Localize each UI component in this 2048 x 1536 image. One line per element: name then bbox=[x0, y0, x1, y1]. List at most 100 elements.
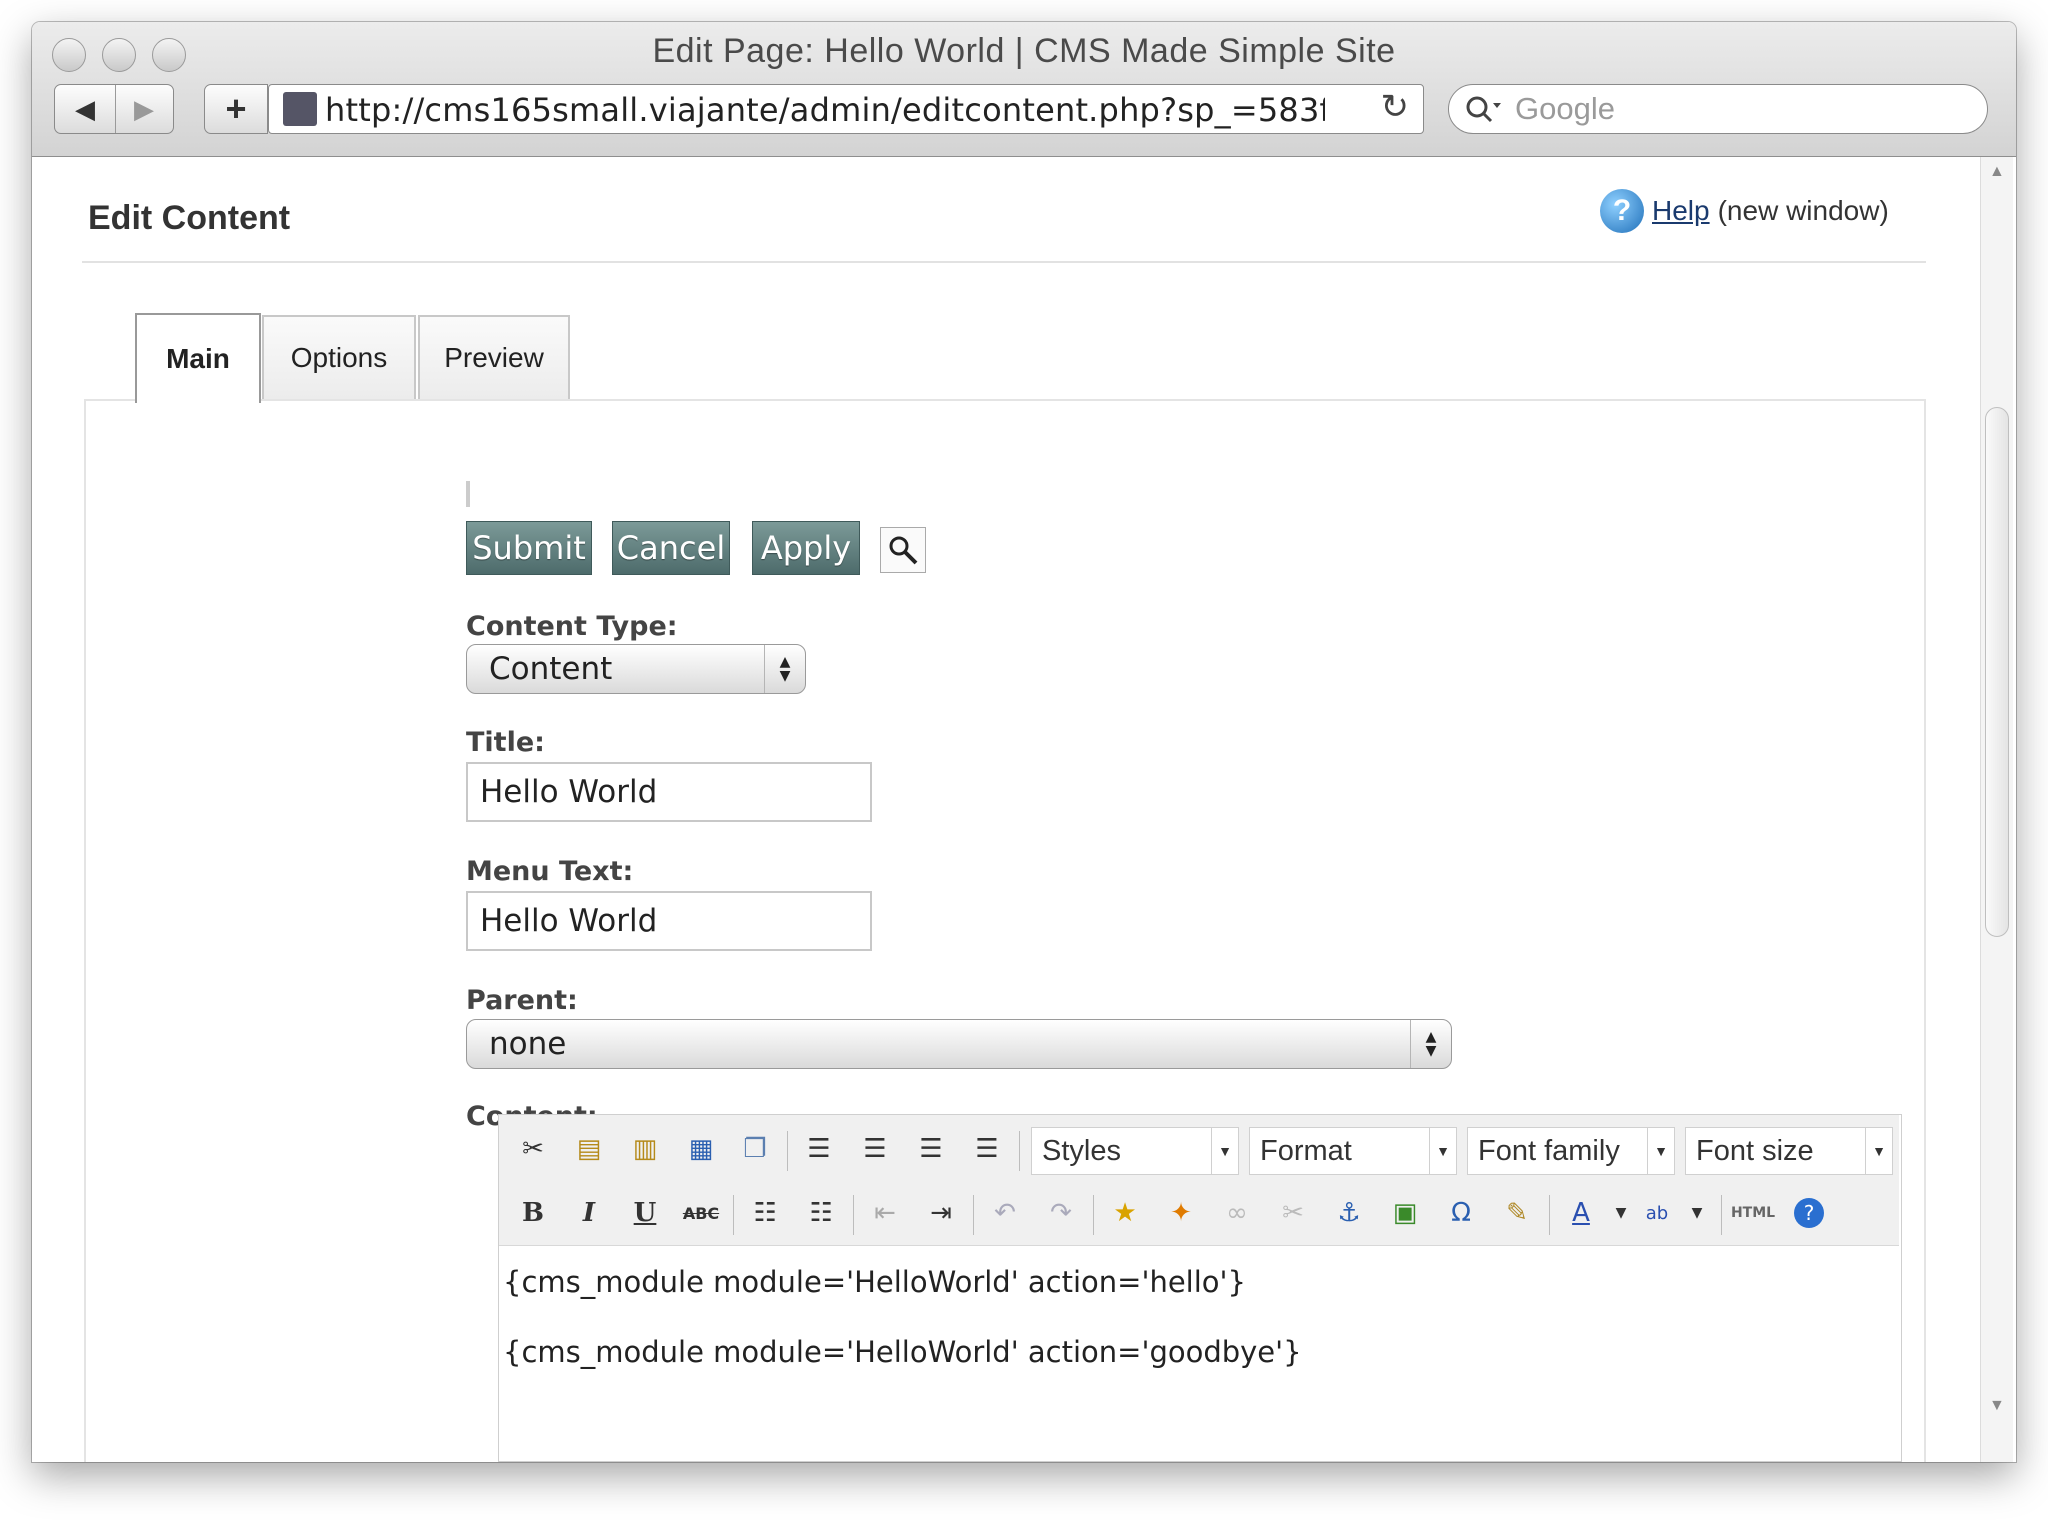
tab-options-label: Options bbox=[290, 342, 388, 373]
dropdown-arrow-icon: ▼ bbox=[1865, 1128, 1892, 1174]
toolbar-separator bbox=[1721, 1195, 1722, 1235]
numbered-list-icon[interactable]: ☷ bbox=[799, 1191, 843, 1235]
menu-text-label: Menu Text: bbox=[466, 856, 634, 887]
search-field[interactable]: Google bbox=[1448, 84, 1988, 134]
cms-link-icon[interactable]: ✦ bbox=[1159, 1191, 1203, 1235]
scroll-down-icon[interactable]: ▼ bbox=[1989, 1397, 2005, 1415]
toolbar-separator bbox=[1019, 1131, 1020, 1171]
title-input[interactable]: Hello World bbox=[466, 762, 872, 822]
content-type-value: Content bbox=[489, 651, 613, 687]
forward-arrow-icon: ▶ bbox=[134, 93, 154, 124]
help-icon[interactable]: ? bbox=[1600, 189, 1644, 233]
plus-icon: + bbox=[225, 88, 247, 129]
cms-module-icon[interactable]: ★ bbox=[1103, 1191, 1147, 1235]
toolbar-separator bbox=[853, 1195, 854, 1235]
scrollbar-thumb[interactable] bbox=[1985, 407, 2009, 937]
apply-button[interactable]: Apply bbox=[752, 521, 860, 575]
content-line-2[interactable]: {cms_module module='HelloWorld' action='… bbox=[503, 1335, 1302, 1369]
help-link[interactable]: Help bbox=[1652, 195, 1710, 227]
paste-word-icon[interactable]: ▦ bbox=[679, 1127, 723, 1171]
select-arrows-icon: ▲ ▼ bbox=[764, 645, 805, 693]
cleanup-icon[interactable]: ✎ bbox=[1495, 1191, 1539, 1235]
align-center-icon[interactable]: ☰ bbox=[853, 1127, 897, 1171]
reload-icon[interactable]: ↻ bbox=[1381, 87, 1410, 127]
toolbar-separator bbox=[1093, 1195, 1094, 1235]
preview-button[interactable] bbox=[880, 527, 926, 573]
font-size-label: Font size bbox=[1696, 1135, 1814, 1167]
page-scrollbar[interactable]: ▲ ▼ bbox=[1980, 157, 2013, 1462]
page-title: Edit Content bbox=[88, 199, 291, 237]
window-title: Edit Page: Hello World | CMS Made Simple… bbox=[652, 32, 1396, 70]
editor-help-icon[interactable]: ? bbox=[1787, 1191, 1831, 1235]
styles-label: Styles bbox=[1042, 1135, 1121, 1167]
add-bookmark-button[interactable]: + bbox=[204, 84, 268, 134]
help-note: (new window) bbox=[1717, 195, 1889, 226]
tab-preview-label: Preview bbox=[444, 342, 544, 373]
help-area: ? Help (new window) bbox=[1600, 189, 1889, 233]
paste-icon[interactable]: ▤ bbox=[567, 1127, 611, 1171]
select-arrows-icon: ▲ ▼ bbox=[1410, 1020, 1451, 1068]
parent-value: none bbox=[489, 1026, 567, 1062]
title-label: Title: bbox=[466, 727, 545, 758]
tab-main-label: Main bbox=[166, 343, 230, 374]
image-icon[interactable]: ▣ bbox=[1383, 1191, 1427, 1235]
align-justify-icon[interactable]: ☰ bbox=[965, 1127, 1009, 1171]
paste-text-icon[interactable]: ▥ bbox=[623, 1127, 667, 1171]
url-bar[interactable]: http://cms165small.viajante/admin/editco… bbox=[268, 84, 1424, 134]
submit-button[interactable]: Submit bbox=[466, 521, 592, 575]
italic-button[interactable]: I bbox=[567, 1191, 611, 1235]
content-line-1[interactable]: {cms_module module='HelloWorld' action='… bbox=[503, 1265, 1246, 1299]
tab-preview[interactable]: Preview bbox=[418, 315, 570, 399]
dropdown-arrow-icon: ▼ bbox=[1647, 1128, 1674, 1174]
font-size-dropdown[interactable]: Font size ▼ bbox=[1685, 1127, 1893, 1175]
align-left-icon[interactable]: ☰ bbox=[797, 1127, 841, 1171]
bullet-list-icon[interactable]: ☷ bbox=[743, 1191, 787, 1235]
strikethrough-button[interactable]: ABC bbox=[679, 1191, 723, 1235]
unlink-icon[interactable]: ✂ bbox=[1271, 1191, 1315, 1235]
toolbar-separator bbox=[733, 1195, 734, 1235]
tab-options[interactable]: Options bbox=[262, 315, 416, 399]
redo-icon[interactable]: ↷ bbox=[1039, 1191, 1083, 1235]
search-placeholder: Google bbox=[1515, 91, 1615, 126]
format-dropdown[interactable]: Format ▼ bbox=[1249, 1127, 1457, 1175]
cut-icon[interactable]: ✂ bbox=[511, 1127, 555, 1171]
anchor-icon[interactable]: ⚓ bbox=[1327, 1191, 1371, 1235]
underline-button[interactable]: U bbox=[623, 1191, 667, 1235]
indent-icon[interactable]: ⇥ bbox=[919, 1191, 963, 1235]
back-arrow-icon: ◀ bbox=[75, 93, 95, 124]
dropdown-arrow-icon: ▼ bbox=[1211, 1128, 1238, 1174]
text-color-icon[interactable]: A bbox=[1559, 1191, 1603, 1235]
text-cursor-marker bbox=[466, 481, 470, 507]
format-label: Format bbox=[1260, 1135, 1352, 1167]
editor-toolbar: ✂ ▤ ▥ ▦ ❐ ☰ ☰ ☰ ☰ Styles ▼ Format ▼ Font… bbox=[499, 1115, 1899, 1246]
toolbar-separator bbox=[973, 1195, 974, 1235]
back-button[interactable]: ◀ bbox=[55, 85, 116, 133]
align-right-icon[interactable]: ☰ bbox=[909, 1127, 953, 1171]
font-family-dropdown[interactable]: Font family ▼ bbox=[1467, 1127, 1675, 1175]
toolbar-separator bbox=[1549, 1195, 1550, 1235]
scroll-up-icon[interactable]: ▲ bbox=[1989, 163, 2005, 181]
copy-icon[interactable]: ❐ bbox=[733, 1127, 777, 1171]
dropdown-arrow-icon[interactable]: ▼ bbox=[1675, 1191, 1719, 1235]
parent-select[interactable]: none ▲ ▼ bbox=[466, 1019, 1452, 1069]
url-text[interactable]: http://cms165small.viajante/admin/editco… bbox=[325, 91, 1325, 129]
content-type-select[interactable]: Content ▲ ▼ bbox=[466, 644, 806, 694]
outdent-icon[interactable]: ⇤ bbox=[863, 1191, 907, 1235]
search-icon bbox=[1466, 96, 1501, 123]
tab-main[interactable]: Main bbox=[135, 313, 261, 403]
magnifier-icon bbox=[889, 536, 918, 565]
styles-dropdown[interactable]: Styles ▼ bbox=[1031, 1127, 1239, 1175]
back-forward-group: ◀ ▶ bbox=[54, 84, 174, 134]
highlight-color-icon[interactable]: ab bbox=[1635, 1191, 1679, 1235]
html-source-button[interactable]: HTML bbox=[1731, 1191, 1775, 1235]
bold-button[interactable]: B bbox=[511, 1191, 555, 1235]
menu-text-input[interactable]: Hello World bbox=[466, 891, 872, 951]
font-family-label: Font family bbox=[1478, 1135, 1620, 1167]
content-type-label: Content Type: bbox=[466, 611, 678, 642]
cancel-button[interactable]: Cancel bbox=[612, 521, 730, 575]
special-character-icon[interactable]: Ω bbox=[1439, 1191, 1483, 1235]
link-icon[interactable]: ∞ bbox=[1215, 1191, 1259, 1235]
undo-icon[interactable]: ↶ bbox=[983, 1191, 1027, 1235]
forward-button[interactable]: ▶ bbox=[115, 85, 173, 133]
parent-label: Parent: bbox=[466, 985, 578, 1016]
